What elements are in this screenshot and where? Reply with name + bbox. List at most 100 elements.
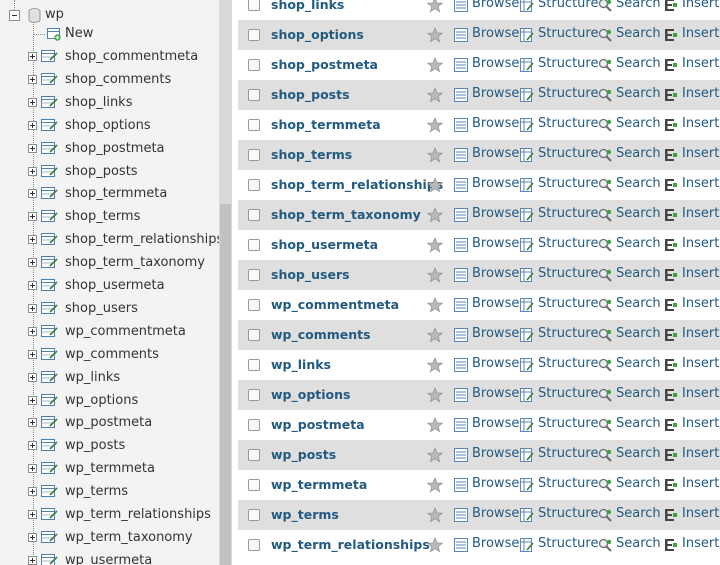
expand-icon[interactable] — [28, 555, 37, 565]
search-link[interactable]: Search — [598, 170, 661, 200]
browse-link[interactable]: Browse — [454, 0, 519, 20]
search-label[interactable]: Search — [616, 146, 661, 161]
search-link[interactable]: Search — [598, 350, 661, 380]
expand-icon[interactable] — [28, 52, 37, 61]
expand-icon[interactable] — [28, 418, 37, 428]
tree-item-label[interactable]: shop_postmeta — [65, 141, 165, 156]
table-name-link[interactable]: shop_links — [271, 0, 344, 12]
tree-item-shop-comments[interactable]: shop_comments — [0, 70, 218, 90]
insert-link[interactable]: Insert — [664, 500, 720, 530]
structure-label[interactable]: Structure — [538, 236, 598, 251]
insert-link[interactable]: Insert — [664, 410, 720, 440]
structure-label[interactable]: Structure — [538, 56, 598, 71]
expand-icon[interactable] — [28, 74, 37, 84]
insert-label[interactable]: Insert — [682, 236, 719, 251]
insert-label[interactable]: Insert — [682, 446, 719, 461]
tree-item-label[interactable]: wp_termmeta — [65, 461, 155, 476]
search-label[interactable]: Search — [616, 416, 661, 431]
browse-label[interactable]: Browse — [472, 266, 519, 281]
structure-label[interactable]: Structure — [538, 356, 598, 371]
tree-item-shop-termmeta[interactable]: shop_termmeta — [0, 184, 218, 204]
search-label[interactable]: Search — [616, 0, 661, 11]
table-name-link[interactable]: wp_term_relationships — [271, 537, 430, 552]
insert-link[interactable]: Insert — [664, 380, 720, 410]
favorite-star-icon[interactable] — [427, 177, 443, 193]
row-checkbox[interactable] — [248, 89, 260, 101]
tree-item-wp-postmeta[interactable]: wp_postmeta — [0, 413, 218, 433]
table-name-link[interactable]: shop_term_relationships — [271, 177, 443, 192]
tree-item-shop-usermeta[interactable]: shop_usermeta — [0, 276, 218, 296]
browse-label[interactable]: Browse — [472, 146, 519, 161]
expand-icon[interactable] — [28, 303, 37, 313]
row-checkbox[interactable] — [248, 29, 260, 41]
row-checkbox[interactable] — [248, 179, 260, 191]
insert-label[interactable]: Insert — [682, 506, 719, 521]
expand-icon[interactable] — [28, 372, 37, 382]
row-checkbox[interactable] — [248, 329, 260, 341]
expand-icon[interactable] — [28, 212, 37, 222]
row-checkbox[interactable] — [248, 389, 260, 401]
search-link[interactable]: Search — [598, 110, 661, 140]
structure-label[interactable]: Structure — [538, 86, 598, 101]
insert-link[interactable]: Insert — [664, 440, 720, 470]
structure-label[interactable]: Structure — [538, 506, 598, 521]
insert-link[interactable]: Insert — [664, 290, 720, 320]
favorite-star-icon[interactable] — [427, 0, 443, 13]
browse-link[interactable]: Browse — [454, 50, 519, 80]
search-link[interactable]: Search — [598, 0, 661, 20]
table-name-link[interactable]: wp_options — [271, 387, 350, 402]
structure-link[interactable]: Structure — [520, 530, 598, 560]
browse-label[interactable]: Browse — [472, 446, 519, 461]
browse-label[interactable]: Browse — [472, 56, 519, 71]
tree-item-label[interactable]: wp_term_relationships — [65, 507, 211, 522]
expand-icon[interactable] — [28, 235, 37, 245]
database-name[interactable]: wp — [45, 7, 64, 22]
search-label[interactable]: Search — [616, 356, 661, 371]
tree-item-wp-commentmeta[interactable]: wp_commentmeta — [0, 322, 218, 342]
new-label[interactable]: New — [65, 26, 93, 41]
favorite-star-icon[interactable] — [427, 147, 443, 163]
browse-label[interactable]: Browse — [472, 296, 519, 311]
favorite-star-icon[interactable] — [427, 57, 443, 73]
browse-label[interactable]: Browse — [472, 416, 519, 431]
structure-label[interactable]: Structure — [538, 206, 598, 221]
favorite-star-icon[interactable] — [427, 477, 443, 493]
tree-item-wp-termmeta[interactable]: wp_termmeta — [0, 459, 218, 479]
search-label[interactable]: Search — [616, 86, 661, 101]
insert-link[interactable]: Insert — [664, 50, 720, 80]
insert-label[interactable]: Insert — [682, 536, 719, 551]
browse-label[interactable]: Browse — [472, 86, 519, 101]
structure-link[interactable]: Structure — [520, 200, 598, 230]
insert-link[interactable]: Insert — [664, 200, 720, 230]
search-link[interactable]: Search — [598, 230, 661, 260]
table-name-link[interactable]: wp_comments — [271, 327, 371, 342]
insert-link[interactable]: Insert — [664, 230, 720, 260]
browse-link[interactable]: Browse — [454, 380, 519, 410]
browse-link[interactable]: Browse — [454, 140, 519, 170]
favorite-star-icon[interactable] — [427, 417, 443, 433]
browse-label[interactable]: Browse — [472, 116, 519, 131]
insert-label[interactable]: Insert — [682, 56, 719, 71]
structure-label[interactable]: Structure — [538, 26, 598, 41]
browse-link[interactable]: Browse — [454, 530, 519, 560]
structure-label[interactable]: Structure — [538, 536, 598, 551]
insert-label[interactable]: Insert — [682, 146, 719, 161]
table-name-link[interactable]: wp_commentmeta — [271, 297, 399, 312]
row-checkbox[interactable] — [248, 0, 260, 11]
insert-link[interactable]: Insert — [664, 110, 720, 140]
structure-link[interactable]: Structure — [520, 440, 598, 470]
row-checkbox[interactable] — [248, 509, 260, 521]
tree-item-wp-posts[interactable]: wp_posts — [0, 436, 218, 456]
search-label[interactable]: Search — [616, 506, 661, 521]
tree-item-shop-postmeta[interactable]: shop_postmeta — [0, 139, 218, 159]
insert-link[interactable]: Insert — [664, 260, 720, 290]
table-name-link[interactable]: wp_postmeta — [271, 417, 365, 432]
insert-label[interactable]: Insert — [682, 476, 719, 491]
tree-item-label[interactable]: shop_links — [65, 95, 132, 110]
browse-link[interactable]: Browse — [454, 410, 519, 440]
structure-link[interactable]: Structure — [520, 500, 598, 530]
collapse-icon[interactable] — [9, 10, 20, 21]
insert-label[interactable]: Insert — [682, 296, 719, 311]
search-label[interactable]: Search — [616, 296, 661, 311]
structure-label[interactable]: Structure — [538, 326, 598, 341]
